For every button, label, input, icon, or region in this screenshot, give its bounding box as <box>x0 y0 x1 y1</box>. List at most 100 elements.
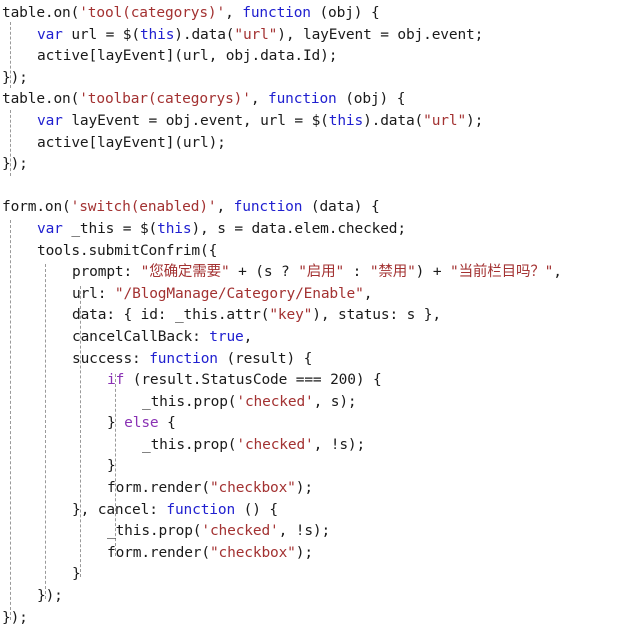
code-token-plain: () { <box>235 501 278 518</box>
code-token-keyword: function <box>149 350 218 367</box>
code-token-plain: ).data( <box>363 112 424 129</box>
code-token-plain: , <box>553 264 562 281</box>
code-token-keyword: function <box>233 199 303 216</box>
code-token-string: "当前栏目吗？" <box>450 264 554 281</box>
code-token-keyword: function <box>242 5 311 21</box>
code-token-plain: , <box>243 328 253 345</box>
code-line[interactable]: var _this = $(this), s = data.elem.check… <box>2 219 631 241</box>
code-token-plain: (result.StatusCode === 200) { <box>124 372 382 389</box>
code-line[interactable]: tools.submitConfrim({ <box>2 241 631 263</box>
code-token-keyword: function <box>268 91 337 108</box>
code-line[interactable]: var url = $(this).data("url"), layEvent … <box>2 25 631 47</box>
code-line[interactable]: }); <box>2 68 631 90</box>
code-token-plain: url: <box>72 285 115 302</box>
code-editor[interactable]: table.on( 'tool(categorys)', function (ob… <box>0 0 631 642</box>
code-token-plain: , !s); <box>278 523 331 540</box>
code-token-plain: success: <box>72 350 150 367</box>
code-token-plain: , <box>250 91 268 108</box>
code-line[interactable]: active[layEvent](url, obj.data.Id); <box>2 46 631 68</box>
code-token-string: 'checked' <box>236 436 314 453</box>
code-token-plain: layEvent = obj.event, url = $( <box>62 112 329 129</box>
code-line[interactable] <box>2 176 631 198</box>
code-token-plain: } <box>72 566 81 583</box>
code-token-string: 'checked' <box>236 393 314 410</box>
code-line[interactable]: data: { id: _this.attr("key"), status: s… <box>2 305 631 327</box>
code-token-plain: ); <box>466 112 484 129</box>
code-token-plain: form.render( <box>107 544 210 561</box>
code-token-this: this <box>139 26 175 43</box>
code-line[interactable]: table.on('tool(categorys)', function (ob… <box>2 3 631 25</box>
code-token-plain: (result) { <box>217 350 313 367</box>
code-line[interactable]: success: function (result) { <box>2 349 631 371</box>
code-token-plain: tools.submitConfrim({ <box>37 242 218 259</box>
code-token-plain: }, cancel: <box>72 501 167 518</box>
code-line[interactable]: }); <box>2 608 631 630</box>
code-token-plain: }); <box>37 588 63 605</box>
code-line[interactable]: form.render("checkbox"); <box>2 478 631 500</box>
code-line[interactable]: _this.prop('checked', !s); <box>2 435 631 457</box>
code-token-plain: ); <box>295 544 313 561</box>
code-token-plain: table.on( <box>2 91 80 108</box>
code-line[interactable]: }); <box>2 154 631 176</box>
code-token-control: else <box>124 415 159 432</box>
code-line[interactable]: form.on('switch(enabled)', function (dat… <box>2 197 631 219</box>
code-token-string: 'switch(enabled)' <box>70 199 217 216</box>
code-token-plain: (data) { <box>302 199 380 216</box>
code-token-string: "key" <box>269 307 313 324</box>
code-token-plain: ) + <box>415 264 450 281</box>
code-token-plain: _this.prop( <box>107 523 202 540</box>
code-token-this: this <box>157 220 192 237</box>
code-line[interactable]: var layEvent = obj.event, url = $(this).… <box>2 111 631 133</box>
code-line[interactable]: }, cancel: function () { <box>2 500 631 522</box>
code-token-plain: _this.prop( <box>142 393 237 410</box>
code-line[interactable]: } else { <box>2 413 631 435</box>
code-line[interactable]: } <box>2 564 631 586</box>
code-token-plain: , <box>363 285 373 302</box>
code-token-control: if <box>107 372 125 389</box>
code-line[interactable]: _this.prop('checked', s); <box>2 392 631 414</box>
code-line[interactable]: if (result.StatusCode === 200) { <box>2 370 631 392</box>
code-token-plain: data: { id: _this.attr( <box>72 307 270 324</box>
code-token-plain: , <box>216 199 234 216</box>
code-token-plain: ), status: s }, <box>312 307 441 324</box>
code-token-string: 'tool(categorys)' <box>79 5 226 21</box>
code-token-plain: ), layEvent = obj.event; <box>277 26 484 43</box>
code-token-plain: + (s ? <box>229 264 299 281</box>
code-token-plain: }); <box>2 609 28 626</box>
code-token-plain: (obj) { <box>310 5 380 21</box>
code-token-plain: form.on( <box>2 199 71 216</box>
code-token-plain: } <box>107 415 125 432</box>
code-token-string: 'checked' <box>201 523 279 540</box>
code-line[interactable]: active[layEvent](url); <box>2 133 631 155</box>
code-token-plain: url = $( <box>62 26 140 43</box>
code-line[interactable]: form.render("checkbox"); <box>2 543 631 565</box>
code-token-plain: , s); <box>313 393 357 410</box>
code-token-string: "url" <box>234 26 278 43</box>
code-line[interactable]: cancelCallBack: true, <box>2 327 631 349</box>
code-line[interactable]: } <box>2 456 631 478</box>
code-token-plain: : <box>344 264 370 281</box>
code-token-string: "checkbox" <box>209 480 296 497</box>
code-token-plain: } <box>107 458 116 475</box>
code-token-keyword: var <box>37 26 63 43</box>
code-line[interactable]: url: "/BlogManage/Category/Enable", <box>2 284 631 306</box>
code-token-this: this <box>328 112 364 129</box>
code-token-string: "启用" <box>298 264 345 281</box>
code-token-string: 'toolbar(categorys)' <box>79 91 251 108</box>
code-lines-container: table.on( 'tool(categorys)', function (ob… <box>0 0 631 629</box>
code-token-string: "checkbox" <box>209 544 296 561</box>
code-token-string: "禁用" <box>369 264 416 281</box>
code-token-plain: { <box>158 415 176 432</box>
code-token-keyword: var <box>37 112 63 129</box>
code-token-plain: (obj) { <box>336 91 406 108</box>
code-token-plain: ); <box>295 480 313 497</box>
code-line[interactable]: _this.prop('checked', !s); <box>2 521 631 543</box>
code-line[interactable]: prompt: "您确定需要" + (s ? "启用" : "禁用") + "当… <box>2 262 631 284</box>
code-token-plain: ).data( <box>174 26 235 43</box>
code-line[interactable]: }); <box>2 586 631 608</box>
code-token-plain: active[layEvent](url, obj.data.Id); <box>37 48 338 65</box>
code-token-plain: _this.prop( <box>142 436 237 453</box>
code-line[interactable]: table.on('toolbar(categorys)', function … <box>2 89 631 111</box>
code-token-plain: ), s = data.elem.checked; <box>191 220 406 237</box>
code-token-string: "url" <box>423 112 467 129</box>
